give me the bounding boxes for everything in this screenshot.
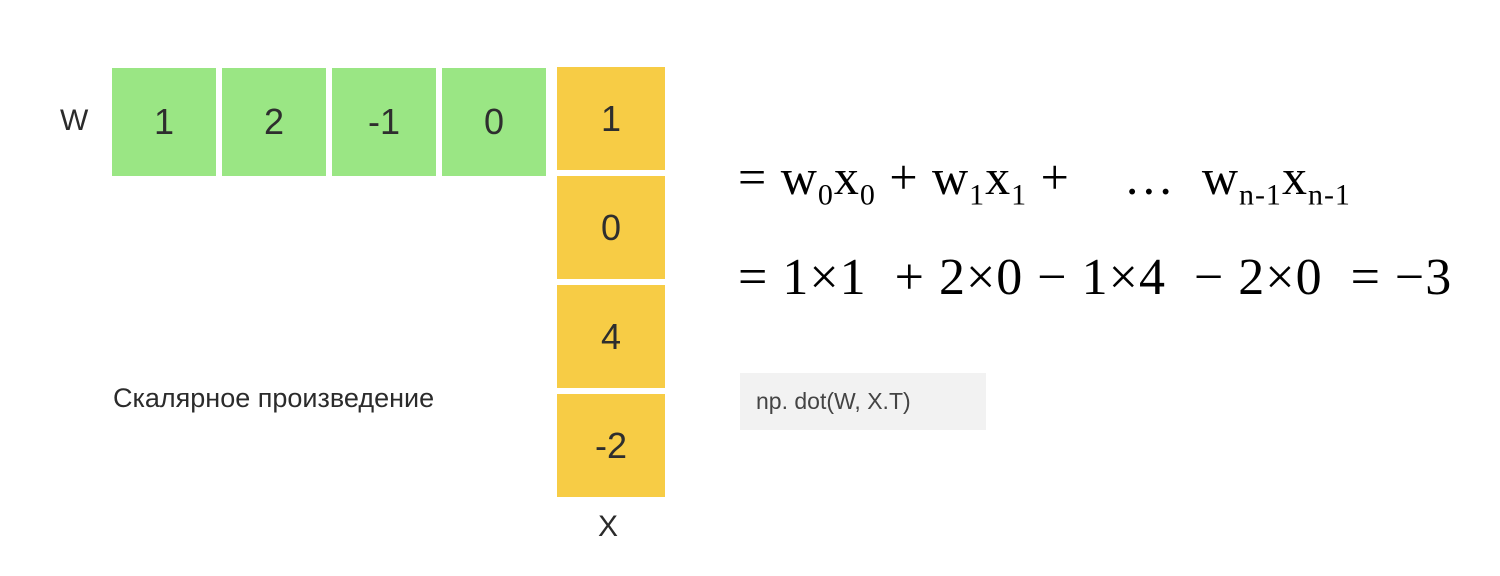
formula-plus: + bbox=[875, 149, 933, 205]
formula-term-x1: x bbox=[985, 149, 1012, 205]
formula-subscript: 1 bbox=[969, 178, 986, 212]
w-cell: -1 bbox=[332, 68, 436, 176]
formula-subscript: 0 bbox=[817, 178, 834, 212]
symbolic-formula: = w0x0 + w1x1 + … wn-1xn-1 bbox=[738, 148, 1351, 210]
x-cell: 0 bbox=[557, 176, 665, 279]
x-cell: -2 bbox=[557, 394, 665, 497]
formula-term-w1: w bbox=[932, 149, 970, 205]
vector-w-row: 1 2 -1 0 bbox=[112, 68, 546, 176]
x-cell: 1 bbox=[557, 67, 665, 170]
formula-term-x0: x bbox=[833, 149, 860, 205]
formula-term-wn: w bbox=[1201, 149, 1239, 205]
formula-plus: + bbox=[1027, 149, 1124, 205]
diagram-caption: Скалярное произведение bbox=[113, 383, 435, 413]
vector-w-label: W bbox=[60, 104, 89, 137]
vector-x-label: X bbox=[598, 510, 619, 543]
code-snippet: np. dot(W, X.T) bbox=[740, 373, 986, 430]
formula-ellipsis: … bbox=[1123, 149, 1202, 205]
w-cell: 1 bbox=[112, 68, 216, 176]
numeric-formula: = 1×1 + 2×0 − 1×4 − 2×0 = −3 bbox=[738, 249, 1453, 306]
w-cell: 0 bbox=[442, 68, 546, 176]
formula-term-w0: w bbox=[780, 149, 818, 205]
formula-subscript: 0 bbox=[859, 178, 876, 212]
formula-subscript: n-1 bbox=[1307, 178, 1351, 212]
formula-equals: = bbox=[738, 149, 781, 205]
x-cell: 4 bbox=[557, 285, 665, 388]
formula-term-xn: x bbox=[1281, 149, 1308, 205]
vector-x-column: 1 0 4 -2 bbox=[557, 67, 665, 497]
formula-subscript: n-1 bbox=[1238, 178, 1282, 212]
w-cell: 2 bbox=[222, 68, 326, 176]
formula-subscript: 1 bbox=[1011, 178, 1028, 212]
